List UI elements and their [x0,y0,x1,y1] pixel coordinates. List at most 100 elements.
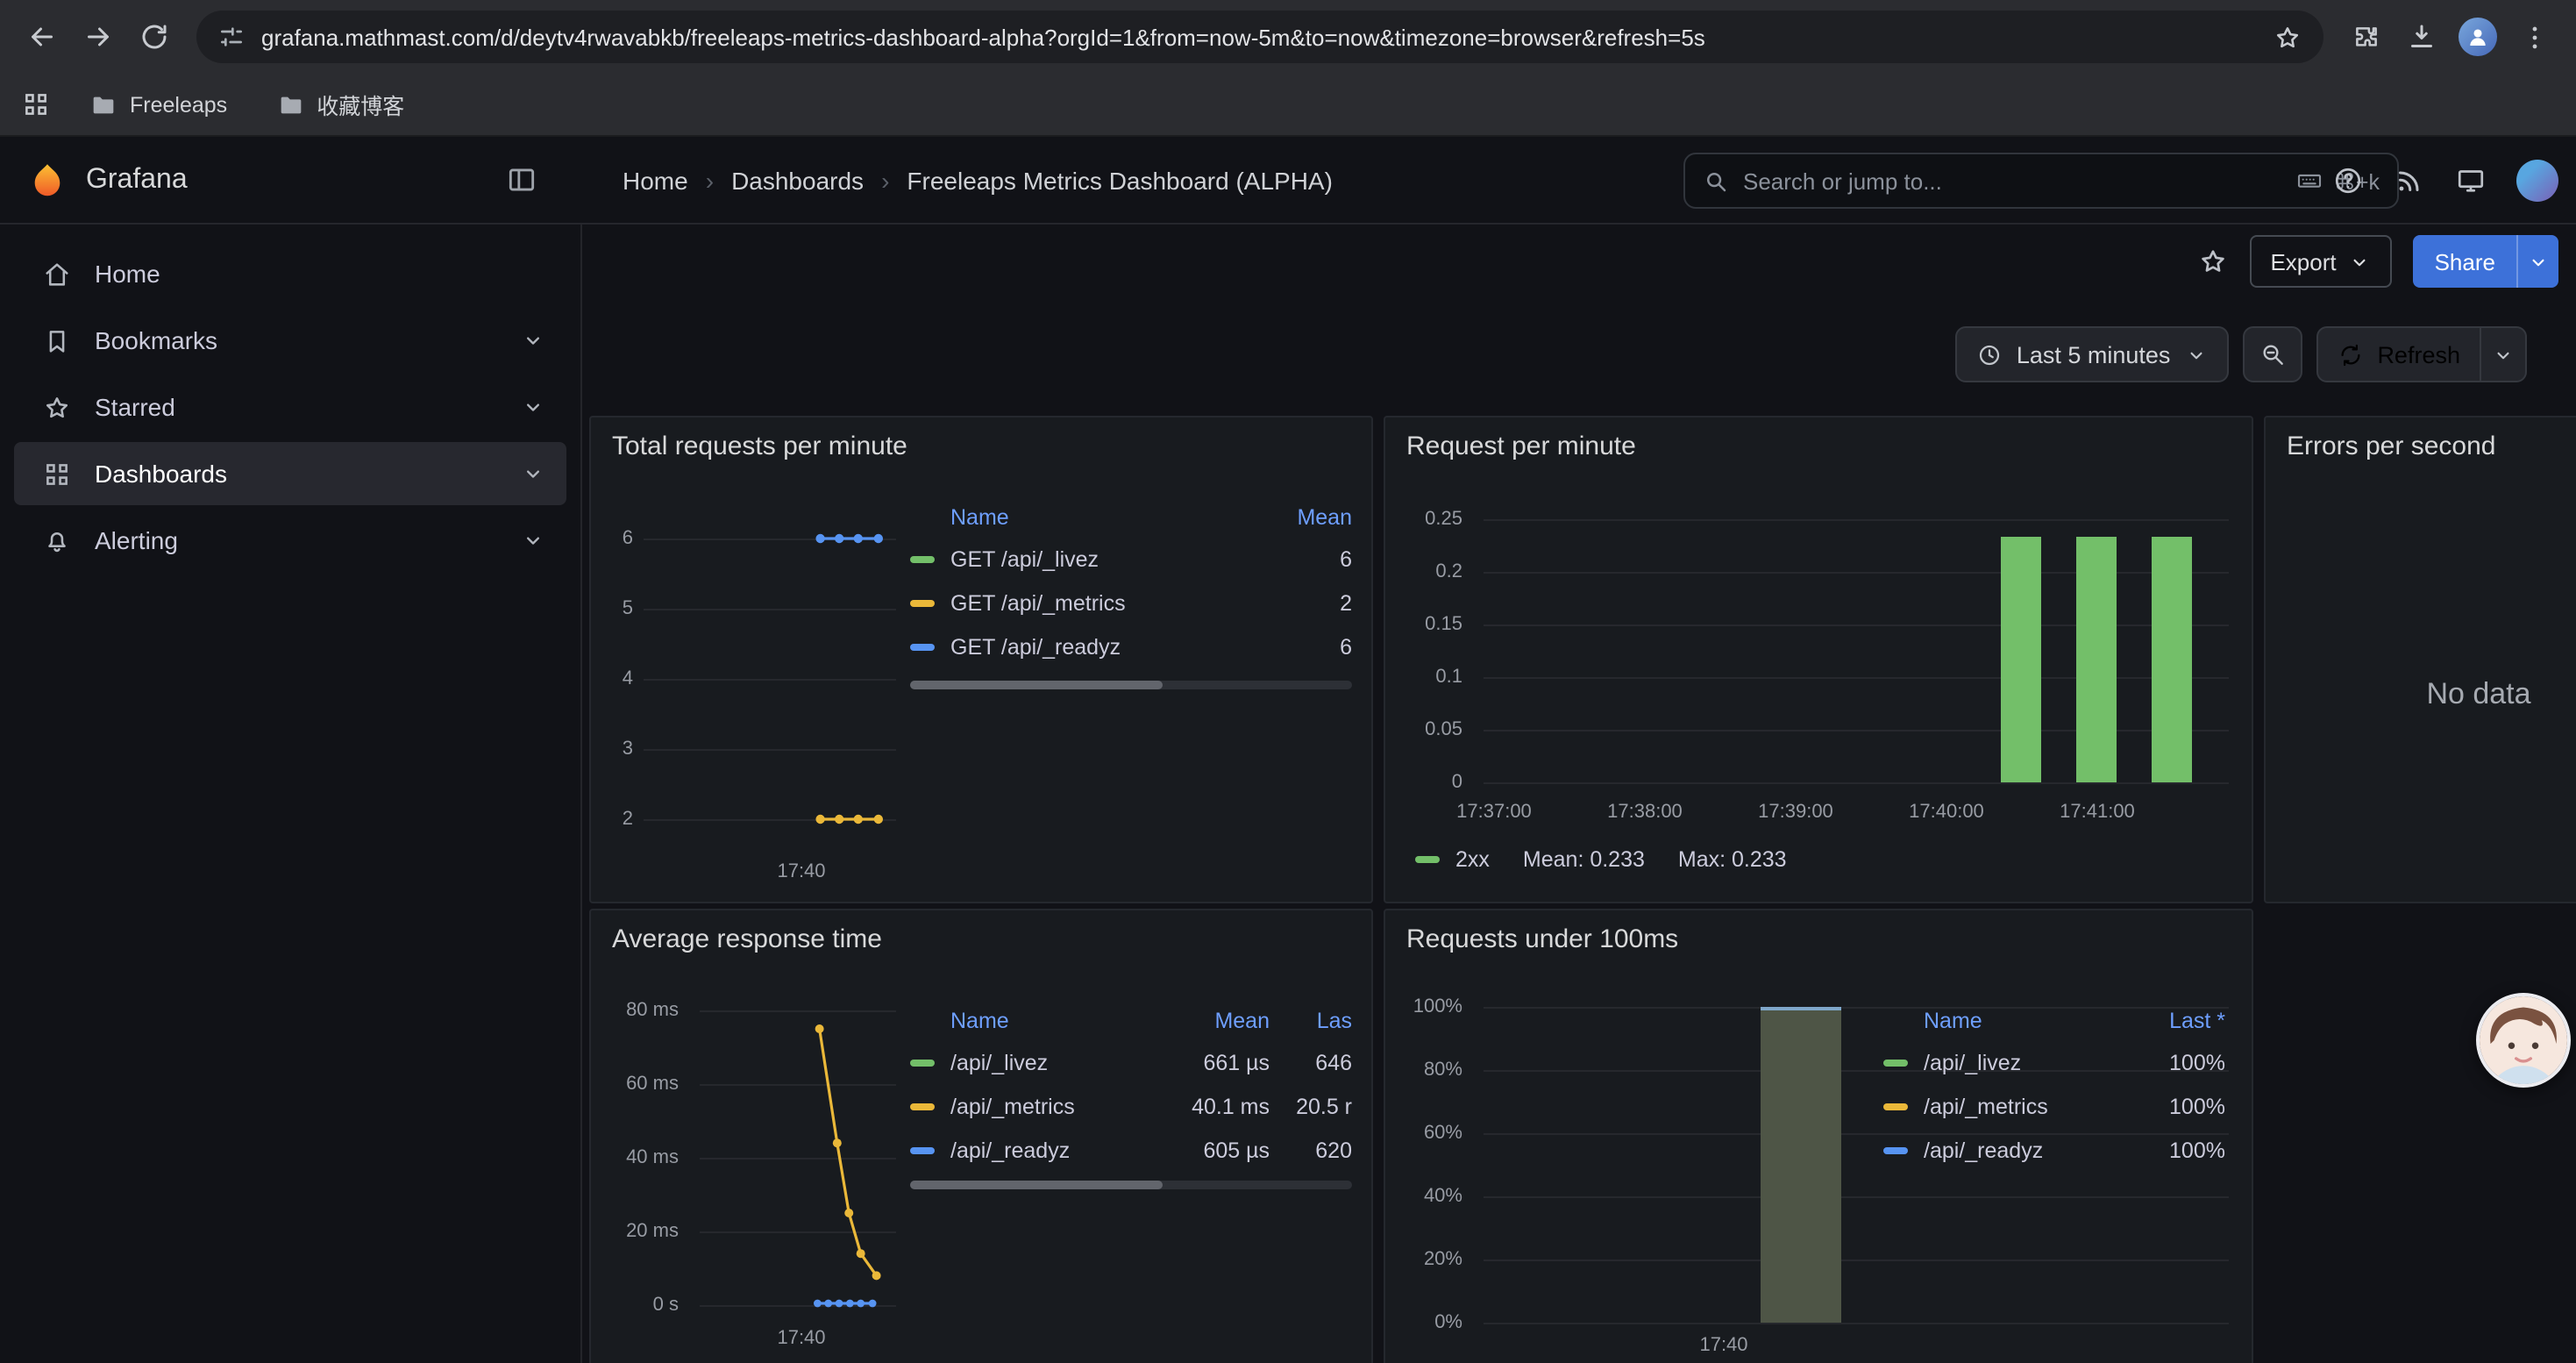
grafana-brand[interactable]: Grafana [28,137,188,225]
sidebar-item-label: Bookmarks [95,326,217,354]
downloads-icon[interactable] [2394,9,2450,65]
time-range-picker[interactable]: Last 5 minutes [1955,326,2229,382]
series-name: GET /api/_livez [950,547,1266,572]
favorite-star-icon[interactable] [2196,246,2228,277]
legend-row[interactable]: GET /api/_livez 6 [910,540,1352,579]
sidebar-item-home[interactable]: Home [14,242,566,305]
series-last: 100% [2138,1138,2225,1163]
share-menu-caret[interactable] [2516,235,2558,288]
bookmark-star-icon[interactable] [2273,22,2302,52]
home-icon [42,259,72,289]
legend[interactable]: 2xx Mean: 0.233 Max: 0.233 [1415,847,1787,872]
legend-header-name[interactable]: Name [1924,1009,2122,1033]
reload-button[interactable] [126,9,182,65]
sidebar-collapse-icon[interactable] [505,163,538,196]
sidebar-item-bookmarks[interactable]: Bookmarks [14,309,566,372]
series-color-dash [1883,1060,1908,1067]
breadcrumb-separator: › [706,167,714,195]
panel-title[interactable]: Requests under 100ms [1406,924,1678,954]
legend-row[interactable]: GET /api/_metrics 2 [910,584,1352,623]
panel-title[interactable]: Errors per second [2287,432,2495,461]
legend-header-mean[interactable]: Mean [1168,1009,1270,1033]
gridline [1484,1323,2229,1324]
chevron-down-icon[interactable] [521,395,545,419]
bar-2xx [2077,537,2117,782]
x-tick: 17:40 [749,861,854,882]
legend-header-name[interactable]: Name [950,1009,1152,1033]
x-tick: 17:40:00 [1876,802,2017,823]
browser-menu-icon[interactable] [2506,9,2562,65]
news-rss-icon[interactable] [2394,165,2425,196]
legend-scrollbar-thumb[interactable] [910,1181,1162,1189]
dashboard-actions: Export Share [582,225,2576,298]
series-color-dash [910,1103,935,1110]
extensions-icon[interactable] [2338,9,2394,65]
browser-profile-avatar[interactable] [2459,18,2497,56]
legend-header-last[interactable]: Last * [2138,1009,2225,1033]
share-split-button: Share [2414,235,2558,288]
x-tick: 17:38:00 [1575,802,1715,823]
panel-errors-per-second: Errors per second No data [2264,416,2576,903]
legend-header-name[interactable]: Name [950,505,1266,530]
apps-grid-icon[interactable] [21,89,51,119]
search-input[interactable] [1743,168,2281,194]
star-icon [42,392,72,422]
legend-row[interactable]: /api/_livez 100% [1883,1044,2225,1082]
user-avatar[interactable] [2516,160,2558,202]
legend-row[interactable]: /api/_readyz 100% [1883,1131,2225,1170]
legend-row[interactable]: /api/_metrics 40.1 ms 20.5 r [910,1088,1352,1126]
series-name: /api/_metrics [1924,1095,2122,1119]
export-button[interactable]: Export [2249,235,2392,288]
breadcrumb-dashboards[interactable]: Dashboards [731,167,864,195]
legend-table: Name Mean GET /api/_livez 6 GET /api/_me… [910,498,1352,702]
gridline [1484,572,2229,574]
panel-title[interactable]: Request per minute [1406,432,1636,461]
panel-title[interactable]: Total requests per minute [612,432,907,461]
x-tick: 17:37:00 [1424,802,1564,823]
export-label: Export [2270,248,2336,275]
refresh-button[interactable]: Refresh [2317,328,2480,381]
legend-row[interactable]: /api/_metrics 100% [1883,1088,2225,1126]
forward-button[interactable] [70,9,126,65]
refresh-interval-caret[interactable] [2480,328,2525,381]
series-name: /api/_readyz [1924,1138,2122,1163]
legend-row[interactable]: /api/_readyz 605 µs 620 [910,1131,1352,1170]
url-bar[interactable]: grafana.mathmast.com/d/deytv4rwavabkb/fr… [196,11,2323,63]
bookmark-blog[interactable]: 收藏博客 [266,82,415,127]
chevron-down-icon[interactable] [521,328,545,353]
breadcrumb-home[interactable]: Home [623,167,688,195]
legend-header-mean[interactable]: Mean [1282,505,1352,530]
floating-assistant-avatar[interactable] [2476,993,2571,1088]
legend-scrollbar-thumb[interactable] [910,681,1162,689]
sidebar-item-label: Dashboards [95,460,227,488]
sidebar-item-alerting[interactable]: Alerting [14,509,566,572]
series-last: 100% [2138,1095,2225,1119]
url-text[interactable]: grafana.mathmast.com/d/deytv4rwavabkb/fr… [261,24,2257,50]
share-button[interactable]: Share [2414,235,2516,288]
y-tick: 60 ms [594,1074,679,1095]
y-tick: 100% [1392,996,1462,1017]
legend-header-last[interactable]: Las [1285,1009,1352,1033]
sidebar-item-starred[interactable]: Starred [14,375,566,439]
grafana-topnav: Grafana Home › Dashboards › Freeleaps Me… [0,137,2576,225]
legend-row[interactable]: /api/_livez 661 µs 646 [910,1044,1352,1082]
chevron-down-icon[interactable] [521,461,545,486]
sidebar-item-dashboards[interactable]: Dashboards [14,442,566,505]
chevron-down-icon[interactable] [521,528,545,553]
legend-scrollbar[interactable] [910,681,1352,689]
legend-scrollbar[interactable] [910,1181,1352,1189]
monitor-icon[interactable] [2455,165,2487,196]
panel-title[interactable]: Average response time [612,924,882,954]
bookmark-freeleaps[interactable]: Freeleaps [79,82,238,127]
help-icon[interactable] [2332,165,2364,196]
zoom-out-button[interactable] [2242,326,2302,382]
back-button[interactable] [14,9,70,65]
site-settings-icon[interactable] [217,23,246,51]
legend-row[interactable]: GET /api/_readyz 6 [910,628,1352,667]
series-name: /api/_livez [1924,1051,2122,1075]
breadcrumb-page: Freeleaps Metrics Dashboard (ALPHA) [907,167,1333,195]
brand-label: Grafana [86,165,188,196]
bar-2xx [2152,537,2191,782]
clock-icon [1976,341,2003,368]
search-box[interactable]: ⌘+k [1683,153,2399,209]
